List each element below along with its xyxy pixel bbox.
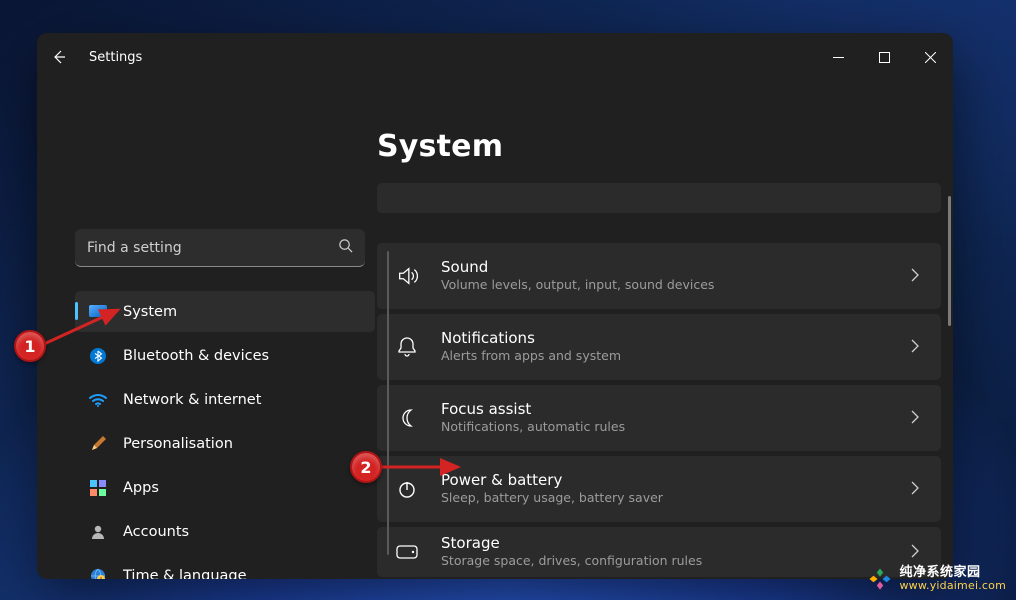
card-title: Power & battery <box>441 471 911 491</box>
card-title: Sound <box>441 258 911 278</box>
sidebar-item-label: Time & language <box>123 568 247 580</box>
annotation-arrow-1 <box>40 304 130 352</box>
wifi-icon <box>89 391 107 409</box>
main-content: System Sound Volume levels, output, inpu… <box>352 81 953 579</box>
app-title: Settings <box>89 50 142 65</box>
card-focus-assist[interactable]: Focus assist Notifications, automatic ru… <box>377 385 941 451</box>
close-button[interactable] <box>907 41 953 73</box>
sidebar-item-apps[interactable]: Apps <box>75 467 375 508</box>
card-cutoff-top[interactable] <box>377 183 941 213</box>
bell-icon <box>395 335 419 359</box>
chevron-right-icon <box>911 338 919 357</box>
search-input[interactable]: Find a setting <box>75 229 365 267</box>
sidebar-item-network[interactable]: Network & internet <box>75 379 375 420</box>
sidebar-item-accounts[interactable]: Accounts <box>75 511 375 552</box>
watermark-url: www.yidaimei.com <box>899 580 1006 592</box>
minimize-button[interactable] <box>815 41 861 73</box>
watermark-text: 纯净系统家园 <box>899 566 1006 580</box>
card-subtitle: Sleep, battery usage, battery saver <box>441 490 911 507</box>
person-icon <box>89 523 107 541</box>
sidebar-item-label: System <box>123 304 177 320</box>
back-button[interactable] <box>51 49 67 65</box>
window-controls <box>815 41 953 73</box>
annotation-marker-1: 1 <box>14 330 46 362</box>
settings-window: Settings Find a setting <box>37 33 953 579</box>
card-subtitle: Notifications, automatic rules <box>441 419 911 436</box>
sidebar-item-personalisation[interactable]: Personalisation <box>75 423 375 464</box>
storage-icon <box>395 540 419 564</box>
sidebar-item-label: Accounts <box>123 524 189 540</box>
card-sound[interactable]: Sound Volume levels, output, input, soun… <box>377 243 941 309</box>
card-storage[interactable]: Storage Storage space, drives, configura… <box>377 527 941 577</box>
sidebar-item-label: Personalisation <box>123 436 233 452</box>
watermark: 纯净系统家园 www.yidaimei.com <box>867 566 1006 592</box>
annotation-arrow-2 <box>378 459 466 475</box>
watermark-logo-icon <box>867 566 893 592</box>
sidebar-item-label: Bluetooth & devices <box>123 348 269 364</box>
card-notifications[interactable]: Notifications Alerts from apps and syste… <box>377 314 941 380</box>
sidebar-item-time-language[interactable]: Time & language <box>75 555 375 579</box>
annotation-marker-2: 2 <box>350 451 382 483</box>
apps-icon <box>89 479 107 497</box>
settings-list: Sound Volume levels, output, input, soun… <box>377 183 941 579</box>
card-title: Notifications <box>441 329 911 349</box>
scrollbar[interactable] <box>948 196 951 326</box>
chevron-right-icon <box>911 480 919 499</box>
sound-icon <box>395 264 419 288</box>
chevron-right-icon <box>911 267 919 286</box>
sidebar-item-label: Network & internet <box>123 392 261 408</box>
titlebar: Settings <box>37 33 953 81</box>
chevron-right-icon <box>911 409 919 428</box>
search-icon <box>338 238 353 257</box>
maximize-button[interactable] <box>861 41 907 73</box>
sidebar-scrollbar-track[interactable] <box>387 251 389 555</box>
sidebar-item-label: Apps <box>123 480 159 496</box>
moon-icon <box>395 406 419 430</box>
page-title: System <box>377 129 953 164</box>
search-placeholder: Find a setting <box>87 240 182 256</box>
chevron-right-icon <box>911 543 919 562</box>
brush-icon <box>89 435 107 453</box>
card-subtitle: Alerts from apps and system <box>441 348 911 365</box>
card-title: Storage <box>441 534 911 554</box>
globe-icon <box>89 567 107 580</box>
card-subtitle: Storage space, drives, configuration rul… <box>441 553 911 570</box>
card-subtitle: Volume levels, output, input, sound devi… <box>441 277 911 294</box>
card-title: Focus assist <box>441 400 911 420</box>
power-icon <box>395 477 419 501</box>
